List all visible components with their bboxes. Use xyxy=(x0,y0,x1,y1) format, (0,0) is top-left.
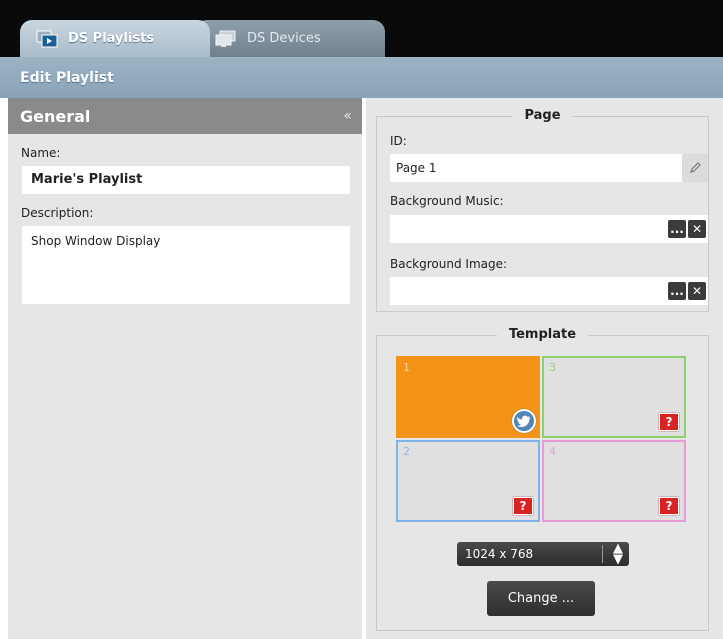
browse-image-button[interactable]: ... xyxy=(668,282,686,300)
edit-pencil-icon[interactable] xyxy=(682,154,708,182)
zone-number: 1 xyxy=(403,361,410,374)
playlist-icon xyxy=(36,30,58,48)
top-tab-bar: DS Devices DS Playlists xyxy=(0,0,723,57)
select-divider xyxy=(602,545,603,563)
name-field[interactable]: Marie's Playlist xyxy=(22,166,350,194)
twitter-icon[interactable] xyxy=(512,409,536,433)
zone-3[interactable]: 3 ? xyxy=(542,356,686,438)
page-group: Page ID: Page 1 Background Music: ... ✕ … xyxy=(376,108,709,312)
template-group-title: Template xyxy=(496,327,589,342)
zone-1[interactable]: 1 xyxy=(396,356,540,438)
general-panel: General « Name: Marie's Playlist Descrip… xyxy=(8,98,362,639)
bg-music-label: Background Music: xyxy=(390,194,504,208)
zone-4[interactable]: 4 ? xyxy=(542,440,686,522)
tab-label: DS Devices xyxy=(247,31,321,46)
devices-icon xyxy=(215,30,237,48)
tab-label: DS Playlists xyxy=(68,31,155,46)
description-label: Description: xyxy=(21,206,94,220)
zone-number: 4 xyxy=(549,445,556,458)
tab-ds-playlists[interactable]: DS Playlists xyxy=(20,20,210,57)
unknown-content-icon[interactable]: ? xyxy=(659,497,679,515)
id-value: Page 1 xyxy=(396,161,437,175)
updown-arrows-icon: ▲ ▼ xyxy=(613,541,623,567)
unknown-content-icon[interactable]: ? xyxy=(513,497,533,515)
resolution-value: 1024 x 768 xyxy=(465,547,534,561)
page-settings-panel: Page ID: Page 1 Background Music: ... ✕ … xyxy=(366,98,723,639)
clear-music-button[interactable]: ✕ xyxy=(688,220,706,238)
description-field[interactable]: Shop Window Display xyxy=(22,226,350,304)
general-title: General xyxy=(20,106,91,126)
id-field[interactable]: Page 1 xyxy=(390,154,708,182)
template-group: Template 1 3 ? 2 ? 4 ? 1024 x 768 ▲ ▼ Ch… xyxy=(376,327,709,631)
name-label: Name: xyxy=(21,146,61,160)
bg-image-label: Background Image: xyxy=(390,257,508,271)
resolution-select[interactable]: 1024 x 768 ▲ ▼ xyxy=(457,542,629,566)
bg-image-field[interactable]: ... ✕ xyxy=(390,277,708,305)
change-template-button[interactable]: Change ... xyxy=(487,581,595,616)
tab-ds-devices[interactable]: DS Devices xyxy=(195,20,385,57)
id-label: ID: xyxy=(390,134,407,148)
subheader: Edit Playlist xyxy=(0,57,723,98)
clear-image-button[interactable]: ✕ xyxy=(688,282,706,300)
zone-number: 2 xyxy=(403,445,410,458)
collapse-panel-icon[interactable]: « xyxy=(343,108,352,124)
zone-2[interactable]: 2 ? xyxy=(396,440,540,522)
zone-number: 3 xyxy=(549,361,556,374)
unknown-content-icon[interactable]: ? xyxy=(659,413,679,431)
browse-music-button[interactable]: ... xyxy=(668,220,686,238)
page-group-title: Page xyxy=(512,108,573,123)
general-panel-header: General « xyxy=(8,98,362,134)
bg-music-field[interactable]: ... ✕ xyxy=(390,215,708,243)
page-title: Edit Playlist xyxy=(20,69,114,86)
